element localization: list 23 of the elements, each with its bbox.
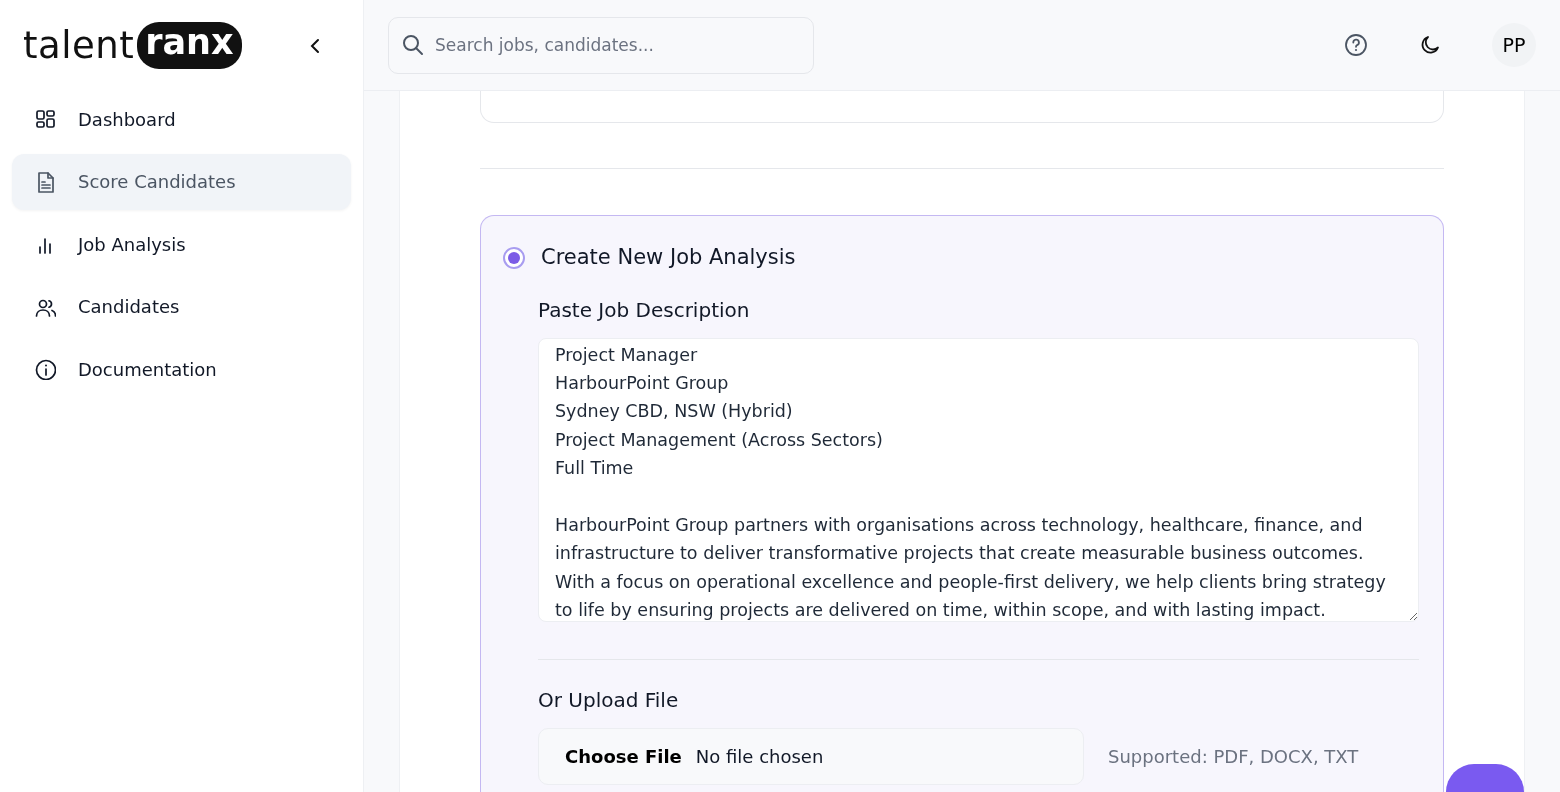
help-icon bbox=[1344, 33, 1368, 57]
choose-file-button[interactable]: Choose File bbox=[565, 742, 682, 770]
floating-action-button[interactable] bbox=[1446, 764, 1524, 792]
supported-formats-hint: Supported: PDF, DOCX, TXT bbox=[1108, 744, 1359, 769]
section-heading: Paste Job Description bbox=[538, 297, 751, 322]
logo-badge: ranx bbox=[137, 22, 242, 69]
info-icon bbox=[34, 358, 56, 380]
sidebar-item[interactable]: Dashboard bbox=[12, 91, 351, 147]
sidebar-item[interactable]: Candidates bbox=[12, 278, 351, 335]
grid-icon bbox=[34, 108, 56, 130]
file-status: No file chosen bbox=[695, 744, 824, 769]
help-button[interactable] bbox=[1344, 33, 1368, 57]
search-field[interactable]: Search jobs, candidates... bbox=[388, 16, 814, 74]
logo-wordmark: talent bbox=[23, 27, 135, 64]
option-label: Create New Job Analysis bbox=[541, 244, 796, 271]
file-input[interactable]: Choose File No file chosen bbox=[538, 727, 1084, 785]
sidebar-item[interactable]: Score Candidates bbox=[12, 153, 351, 210]
section-heading: Or Upload File bbox=[538, 687, 680, 712]
sidebar-item[interactable]: Job Analysis bbox=[12, 216, 351, 272]
user-avatar[interactable]: PP bbox=[1492, 23, 1536, 67]
radio-button[interactable] bbox=[503, 246, 525, 269]
job-description-field[interactable]: Project Manager HarbourPoint Group Sydney CBD, NSW (Hybrid) Project Management (Across Sectors) Full Time HarbourPoint Group partners with organisations across technology, healthcare, finance, and infrastructure to deliver transformative projects that create measurable business outcomes. With a focus on operational excellence and people-first delivery, we help clients bring strategy to life by ensuring projects are delivered on time, within scope, and with lasting impact. bbox=[538, 337, 1419, 622]
sidebar-item[interactable]: Documentation bbox=[12, 341, 351, 397]
